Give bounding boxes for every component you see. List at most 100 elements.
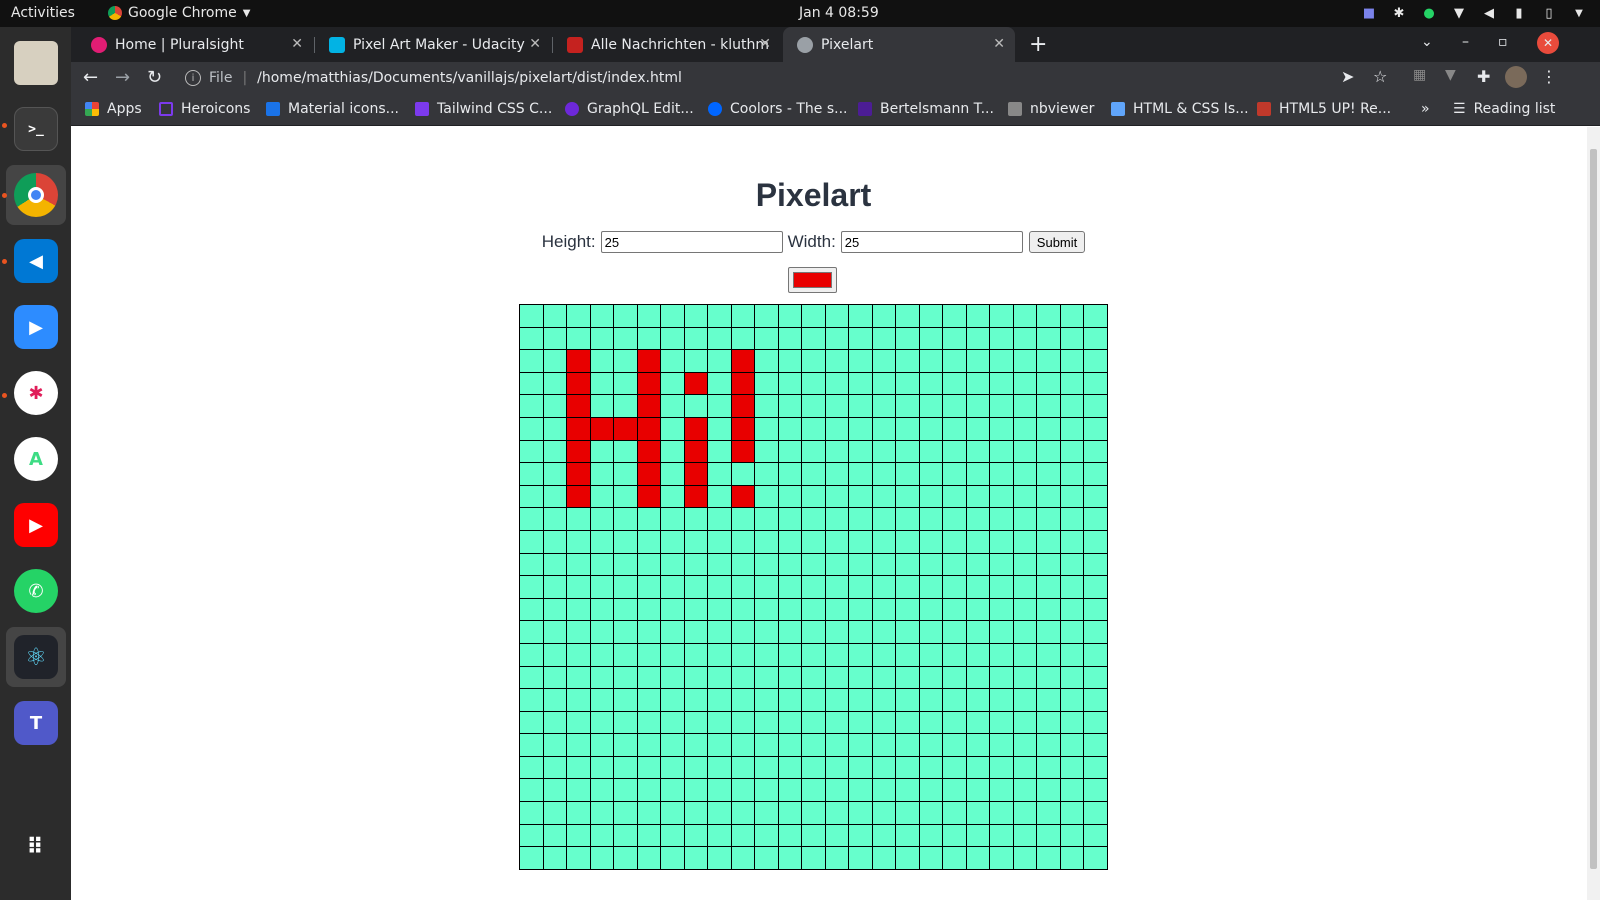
pixel-cell[interactable] — [1012, 642, 1037, 667]
pixel-cell[interactable] — [801, 439, 826, 464]
pixel-cell[interactable] — [707, 326, 732, 351]
pixel-cell[interactable] — [730, 597, 755, 622]
pixel-cell[interactable] — [871, 507, 896, 531]
pixel-cell[interactable] — [542, 552, 567, 577]
pixel-cell[interactable] — [965, 552, 990, 577]
bookmark-bertelsmann[interactable]: Bertelsmann T... — [858, 101, 994, 117]
pixel-cell[interactable] — [636, 642, 661, 667]
pixel-cell[interactable] — [660, 710, 685, 735]
pixel-cell[interactable] — [589, 552, 614, 577]
pixel-cell[interactable] — [636, 710, 661, 735]
pixel-cell[interactable] — [589, 846, 614, 870]
pixel-cell[interactable] — [965, 575, 990, 599]
pixel-cell[interactable] — [636, 823, 661, 848]
pixel-cell[interactable] — [613, 801, 638, 825]
pixel-cell[interactable] — [636, 778, 661, 803]
pixel-cell[interactable] — [1012, 801, 1037, 825]
pixel-cell[interactable] — [519, 778, 544, 803]
pixel-cell[interactable] — [1059, 484, 1084, 509]
pixel-cell[interactable] — [636, 733, 661, 757]
pixel-cell[interactable] — [871, 462, 896, 486]
pixel-cell[interactable] — [1083, 688, 1108, 712]
pixel-cell[interactable] — [730, 642, 755, 667]
pixel-cell[interactable] — [965, 439, 990, 464]
pixel-cell[interactable] — [683, 688, 708, 712]
pixel-cell[interactable] — [519, 688, 544, 712]
pixel-cell[interactable] — [707, 371, 732, 396]
pixel-cell[interactable] — [754, 349, 779, 373]
pixel-cell[interactable] — [824, 620, 849, 644]
pixel-cell[interactable] — [824, 326, 849, 351]
pixel-cell[interactable] — [589, 665, 614, 690]
pixel-cell[interactable] — [777, 778, 802, 803]
pixel-cell[interactable] — [589, 439, 614, 464]
bookmark-heroicons[interactable]: Heroicons — [159, 101, 250, 117]
clock[interactable]: Jan 4 08:59 — [799, 5, 879, 21]
pixel-cell[interactable] — [1036, 801, 1061, 825]
pixel-cell[interactable] — [848, 349, 873, 373]
pixel-cell[interactable] — [777, 755, 802, 780]
pixel-cell[interactable] — [660, 394, 685, 418]
pixel-cell[interactable] — [566, 710, 591, 735]
pixel-cell[interactable] — [636, 349, 661, 373]
pixel-cell[interactable] — [683, 304, 708, 328]
pixel-cell[interactable] — [1059, 349, 1084, 373]
pixel-cell[interactable] — [777, 688, 802, 712]
pixel-cell[interactable] — [871, 846, 896, 870]
pixel-cell[interactable] — [660, 439, 685, 464]
pixel-cell[interactable] — [730, 801, 755, 825]
dock-zoom[interactable]: ▶ — [6, 297, 66, 357]
pixel-cell[interactable] — [965, 416, 990, 441]
pixel-cell[interactable] — [918, 755, 943, 780]
pixel-cell[interactable] — [989, 529, 1014, 554]
forward-arrow-icon[interactable]: → — [115, 67, 130, 88]
pixel-cell[interactable] — [824, 416, 849, 441]
pixel-cell[interactable] — [1036, 394, 1061, 418]
pixel-cell[interactable] — [918, 416, 943, 441]
pixel-cell[interactable] — [848, 665, 873, 690]
tab-udacity[interactable]: Pixel Art Maker - Udacity ✕ — [315, 27, 551, 62]
pixel-cell[interactable] — [1083, 642, 1108, 667]
width-input[interactable] — [840, 231, 1023, 253]
pixel-cell[interactable] — [1036, 529, 1061, 554]
pixel-cell[interactable] — [707, 733, 732, 757]
pixel-cell[interactable] — [871, 801, 896, 825]
pixel-cell[interactable] — [824, 846, 849, 870]
pixel-cell[interactable] — [636, 304, 661, 328]
pixel-cell[interactable] — [730, 529, 755, 554]
pixel-cell[interactable] — [965, 710, 990, 735]
pixel-cell[interactable] — [942, 755, 967, 780]
pixel-cell[interactable] — [613, 575, 638, 599]
pixel-cell[interactable] — [660, 371, 685, 396]
pixel-cell[interactable] — [519, 620, 544, 644]
bookmark-tailwind[interactable]: Tailwind CSS C... — [415, 101, 552, 117]
pixel-cell[interactable] — [519, 304, 544, 328]
dock-vscode[interactable]: ◀ — [6, 231, 66, 291]
pixel-cell[interactable] — [942, 688, 967, 712]
pixel-cell[interactable] — [895, 484, 920, 509]
pixel-cell[interactable] — [683, 778, 708, 803]
pixel-cell[interactable] — [542, 462, 567, 486]
pixel-cell[interactable] — [730, 823, 755, 848]
pixel-cell[interactable] — [1083, 371, 1108, 396]
pixel-cell[interactable] — [566, 552, 591, 577]
pixel-cell[interactable] — [777, 462, 802, 486]
pixel-cell[interactable] — [519, 439, 544, 464]
pixel-cell[interactable] — [965, 529, 990, 554]
pixel-cell[interactable] — [730, 575, 755, 599]
pixel-cell[interactable] — [1036, 620, 1061, 644]
pixel-cell[interactable] — [636, 801, 661, 825]
pixel-cell[interactable] — [613, 462, 638, 486]
pixel-cell[interactable] — [965, 597, 990, 622]
pixel-cell[interactable] — [1036, 665, 1061, 690]
pixel-cell[interactable] — [519, 416, 544, 441]
pixel-cell[interactable] — [895, 304, 920, 328]
pixel-cell[interactable] — [589, 304, 614, 328]
tab-pixelart[interactable]: Pixelart ✕ — [783, 27, 1015, 62]
pixel-cell[interactable] — [707, 416, 732, 441]
pixel-cell[interactable] — [848, 710, 873, 735]
pixel-cell[interactable] — [519, 642, 544, 667]
pixel-cell[interactable] — [730, 304, 755, 328]
pixel-cell[interactable] — [801, 507, 826, 531]
pixel-cell[interactable] — [754, 326, 779, 351]
